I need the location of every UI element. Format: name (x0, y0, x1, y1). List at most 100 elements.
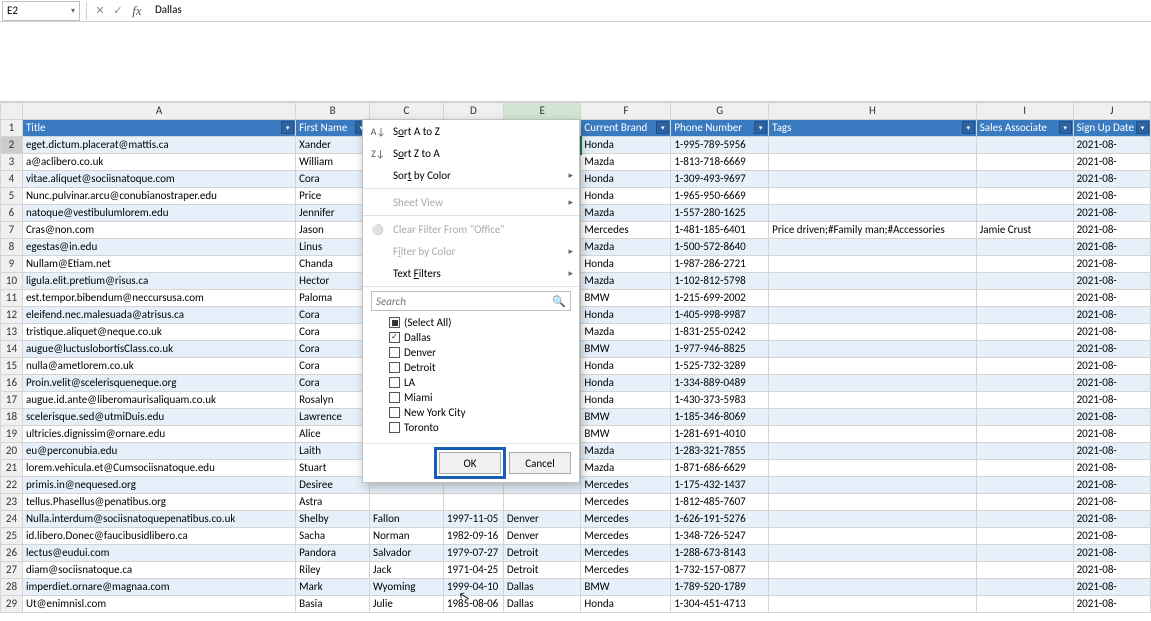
cell[interactable]: vitae.aliquet@sociisnatoque.com (22, 171, 295, 188)
row-17[interactable]: 17 (1, 392, 23, 409)
row-27[interactable]: 27 (1, 562, 23, 579)
cell[interactable]: 1-348-726-5247 (671, 528, 769, 545)
cell[interactable]: Shelby (296, 511, 370, 528)
row-13[interactable]: 13 (1, 324, 23, 341)
cell[interactable]: Honda (581, 307, 671, 324)
header-signup[interactable]: Sign Up Date▾ (1073, 120, 1150, 137)
cell[interactable] (976, 188, 1073, 205)
header-title[interactable]: Title▾ (22, 120, 295, 137)
cell[interactable]: ligula.elit.pretium@risus.ca (22, 273, 295, 290)
row-3[interactable]: 3 (1, 154, 23, 171)
cell[interactable]: primis.in@nequesed.org (22, 477, 295, 494)
cell[interactable]: Fallon (370, 511, 444, 528)
row-2[interactable]: 2 (1, 137, 23, 154)
cell[interactable]: Mazda (581, 273, 671, 290)
cell[interactable]: 1-813-718-6669 (671, 154, 769, 171)
cell[interactable]: 1971-04-25 (443, 562, 503, 579)
cell[interactable]: Chanda (296, 256, 370, 273)
cell[interactable]: Cras@non.com (22, 222, 295, 239)
cell[interactable] (769, 511, 977, 528)
cell[interactable]: 2021-08- (1073, 307, 1150, 324)
cell[interactable]: Desiree (296, 477, 370, 494)
cell[interactable] (976, 460, 1073, 477)
cell[interactable]: Mercedes (581, 511, 671, 528)
cell[interactable]: 2021-08- (1073, 528, 1150, 545)
cell[interactable]: Denver (503, 528, 581, 545)
row-21[interactable]: 21 (1, 460, 23, 477)
col-A[interactable]: A (22, 103, 295, 120)
cell[interactable]: Cora (296, 358, 370, 375)
cell[interactable]: Riley (296, 562, 370, 579)
cell[interactable] (976, 171, 1073, 188)
row-10[interactable]: 10 (1, 273, 23, 290)
cell[interactable] (976, 307, 1073, 324)
filter-search-input[interactable] (376, 295, 552, 308)
cell[interactable] (370, 494, 444, 511)
cell[interactable]: Laith (296, 443, 370, 460)
cell[interactable] (769, 273, 977, 290)
select-all-corner[interactable] (1, 103, 23, 120)
cell[interactable]: Julie (370, 596, 444, 613)
cell[interactable] (976, 154, 1073, 171)
cell[interactable]: 2021-08- (1073, 290, 1150, 307)
cell[interactable]: 2021-08- (1073, 545, 1150, 562)
filter-dropdown-icon[interactable]: ▾ (1059, 121, 1072, 134)
sort-by-color[interactable]: Sort by Color (363, 164, 579, 186)
filter-item[interactable]: LA (371, 375, 571, 390)
cell[interactable] (769, 562, 977, 579)
filter-tree[interactable]: (Select All)DallasDenverDetroitLAMiamiNe… (371, 315, 571, 435)
cell[interactable] (769, 409, 977, 426)
cell[interactable]: 2021-08- (1073, 375, 1150, 392)
cell[interactable]: Dallas (503, 596, 581, 613)
cell[interactable]: 1-995-789-5956 (671, 137, 769, 154)
cell[interactable]: Paloma (296, 290, 370, 307)
row-15[interactable]: 15 (1, 358, 23, 375)
cell[interactable] (769, 341, 977, 358)
cell[interactable]: 1-871-686-6629 (671, 460, 769, 477)
cell[interactable]: 2021-08- (1073, 171, 1150, 188)
cell[interactable]: Honda (581, 171, 671, 188)
filter-item[interactable]: Dallas (371, 330, 571, 345)
header-firstname[interactable]: First Name▾ (296, 120, 370, 137)
cell[interactable]: 1-288-673-8143 (671, 545, 769, 562)
row-14[interactable]: 14 (1, 341, 23, 358)
cell[interactable]: Detroit (503, 545, 581, 562)
cell[interactable]: Honda (581, 256, 671, 273)
cell[interactable]: Jamie Crust (976, 222, 1073, 239)
row-4[interactable]: 4 (1, 171, 23, 188)
row-29[interactable]: 29 (1, 596, 23, 613)
cell[interactable] (769, 579, 977, 596)
cell[interactable] (976, 562, 1073, 579)
cell[interactable] (769, 205, 977, 222)
cell[interactable]: 2021-08- (1073, 511, 1150, 528)
cell[interactable]: Mark (296, 579, 370, 596)
cell[interactable] (769, 443, 977, 460)
cell[interactable]: 1-987-286-2721 (671, 256, 769, 273)
filter-item[interactable]: Denver (371, 345, 571, 360)
cell[interactable]: Price (296, 188, 370, 205)
cell[interactable]: Jack (370, 562, 444, 579)
cell[interactable]: natoque@vestibulumlorem.edu (22, 205, 295, 222)
cell[interactable]: 2021-08- (1073, 239, 1150, 256)
row-23[interactable]: 23 (1, 494, 23, 511)
cell[interactable]: Cora (296, 307, 370, 324)
cell[interactable]: Price driven;#Family man;#Accessories (769, 222, 977, 239)
cell[interactable]: 1-789-520-1789 (671, 579, 769, 596)
cell[interactable]: 1-500-572-8640 (671, 239, 769, 256)
checkbox-icon[interactable] (389, 362, 400, 373)
header-phone[interactable]: Phone Number▾ (671, 120, 769, 137)
cell[interactable]: lorem.vehicula.et@Cumsociisnatoque.edu (22, 460, 295, 477)
filter-search[interactable]: 🔍 (371, 291, 571, 311)
cell[interactable]: Nunc.pulvinar.arcu@conubianostraper.edu (22, 188, 295, 205)
cell[interactable]: Xander (296, 137, 370, 154)
cell[interactable]: 2021-08- (1073, 256, 1150, 273)
formula-input[interactable]: Dallas (147, 0, 1151, 21)
cell[interactable]: 1-732-157-0877 (671, 562, 769, 579)
row-8[interactable]: 8 (1, 239, 23, 256)
cell[interactable]: 1-812-485-7607 (671, 494, 769, 511)
row-16[interactable]: 16 (1, 375, 23, 392)
cancel-button[interactable]: Cancel (509, 452, 571, 474)
cell[interactable] (769, 358, 977, 375)
row-28[interactable]: 28 (1, 579, 23, 596)
cell[interactable]: Honda (581, 358, 671, 375)
